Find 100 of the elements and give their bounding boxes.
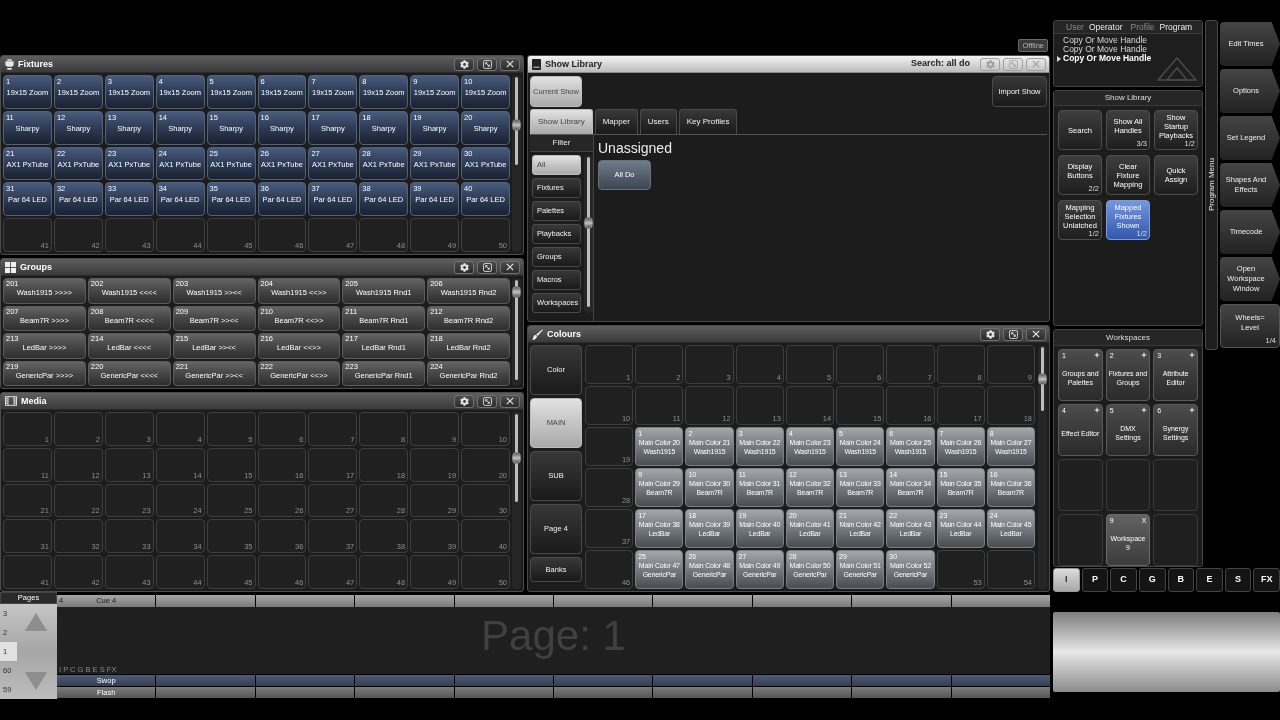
playback-legend[interactable] [454,595,554,607]
swop-button[interactable] [156,675,255,686]
close-button[interactable] [500,57,520,71]
swop-button[interactable] [752,675,852,686]
playback-legend[interactable] [752,595,852,607]
maximize-icon [1008,59,1018,69]
mode-button[interactable]: FX [1253,568,1280,592]
empty-slot[interactable] [1153,514,1198,566]
empty-slot[interactable] [1058,514,1103,566]
history-entry: Copy Or Move Handle [1063,54,1152,63]
playback-legend[interactable] [156,595,255,607]
empty-slot[interactable] [1058,459,1103,511]
settings-icon [459,59,469,69]
scroll-knob[interactable] [512,119,521,131]
user-label: User [1066,20,1084,34]
scroll-knob[interactable] [1038,373,1047,385]
maximize-icon [482,396,492,406]
menu-title: Show Library [1054,91,1202,106]
swop-button[interactable] [554,675,653,686]
maximize-button[interactable] [477,57,497,71]
close-icon [506,263,514,271]
maximize-icon [482,262,492,272]
scroll-knob[interactable] [512,286,521,298]
settings-button[interactable] [980,327,1000,341]
grid-icon [5,261,16,273]
flash-button[interactable] [355,687,454,698]
history-entry: Copy Or Move Handle [1063,45,1148,54]
scrollbar[interactable] [1038,345,1047,589]
close-button[interactable] [1026,327,1046,341]
up-triangle-icon [23,613,48,631]
maximize-icon [1008,329,1018,339]
playback-legend[interactable] [852,595,951,607]
settings-button[interactable] [454,57,474,71]
scroll-thumb[interactable] [515,280,518,380]
tab[interactable]: Key Profiles [678,109,738,134]
settings-icon [985,329,995,339]
film-icon [5,396,17,406]
mode-button[interactable]: B [1167,568,1195,592]
flash-button[interactable] [752,687,852,698]
sparkle-icon [1093,407,1100,413]
swop-button[interactable] [852,675,951,686]
triangle-logo-icon [1157,57,1197,81]
scroll-knob[interactable] [512,452,521,464]
swop-button[interactable] [454,675,554,686]
settings-icon [459,262,469,272]
flash-button[interactable] [554,687,653,698]
tab[interactable]: Mapper [594,109,638,134]
scrollbar[interactable] [512,412,521,589]
tab[interactable]: Users [639,109,677,134]
sparkle-icon [1093,352,1100,358]
swop-button[interactable] [355,675,454,686]
scroll-thumb[interactable] [587,157,590,307]
book-icon [532,58,541,70]
scroll-knob[interactable] [584,217,593,229]
settings-icon [985,59,995,69]
playback-legend[interactable] [653,595,752,607]
flash-button[interactable] [951,687,1051,698]
tab[interactable]: Show Library [530,109,593,134]
mode-button[interactable]: P [1081,568,1109,592]
settings-button[interactable] [454,260,474,274]
pointer-icon [1057,55,1061,62]
mode-button[interactable]: S [1224,568,1252,592]
close-button[interactable] [500,394,520,408]
workspaces-title: Workspaces [1054,330,1202,346]
scrollbar[interactable] [512,75,521,252]
panel-title: Colours [547,329,581,339]
flash-button[interactable] [255,687,355,698]
mode-button[interactable]: G [1138,568,1166,592]
maximize-icon [482,59,492,69]
swop-button[interactable] [951,675,1051,686]
maximize-button[interactable] [477,260,497,274]
brush-icon [532,328,543,340]
maximize-button[interactable] [1003,327,1023,341]
scrollbar[interactable] [584,155,593,313]
user-name: Operator [1088,20,1123,34]
mode-button[interactable]: C [1110,568,1137,592]
scrollbar[interactable] [512,278,521,386]
swop-button[interactable] [255,675,355,686]
playback-legend[interactable] [255,595,355,607]
close-icon [506,60,514,68]
panel-title: Media [21,396,47,406]
empty-slot[interactable] [1105,459,1151,511]
settings-button[interactable] [454,394,474,408]
flash-button[interactable] [454,687,554,698]
playback-legend[interactable] [554,595,653,607]
down-triangle-icon [23,672,48,690]
sparkle-icon [1189,407,1195,413]
flash-button[interactable] [653,687,752,698]
flash-button[interactable] [852,687,951,698]
mode-button[interactable]: E [1196,568,1223,592]
empty-slot[interactable] [1153,459,1198,511]
settings-icon [459,396,469,406]
swop-button[interactable] [653,675,752,686]
flash-button[interactable] [156,687,255,698]
maximize-button[interactable] [477,394,497,408]
mode-button[interactable]: I [1053,568,1080,592]
playback-legend[interactable] [355,595,454,607]
sparkle-icon [1141,407,1148,413]
close-button[interactable] [500,260,520,274]
playback-legend[interactable] [951,595,1051,607]
